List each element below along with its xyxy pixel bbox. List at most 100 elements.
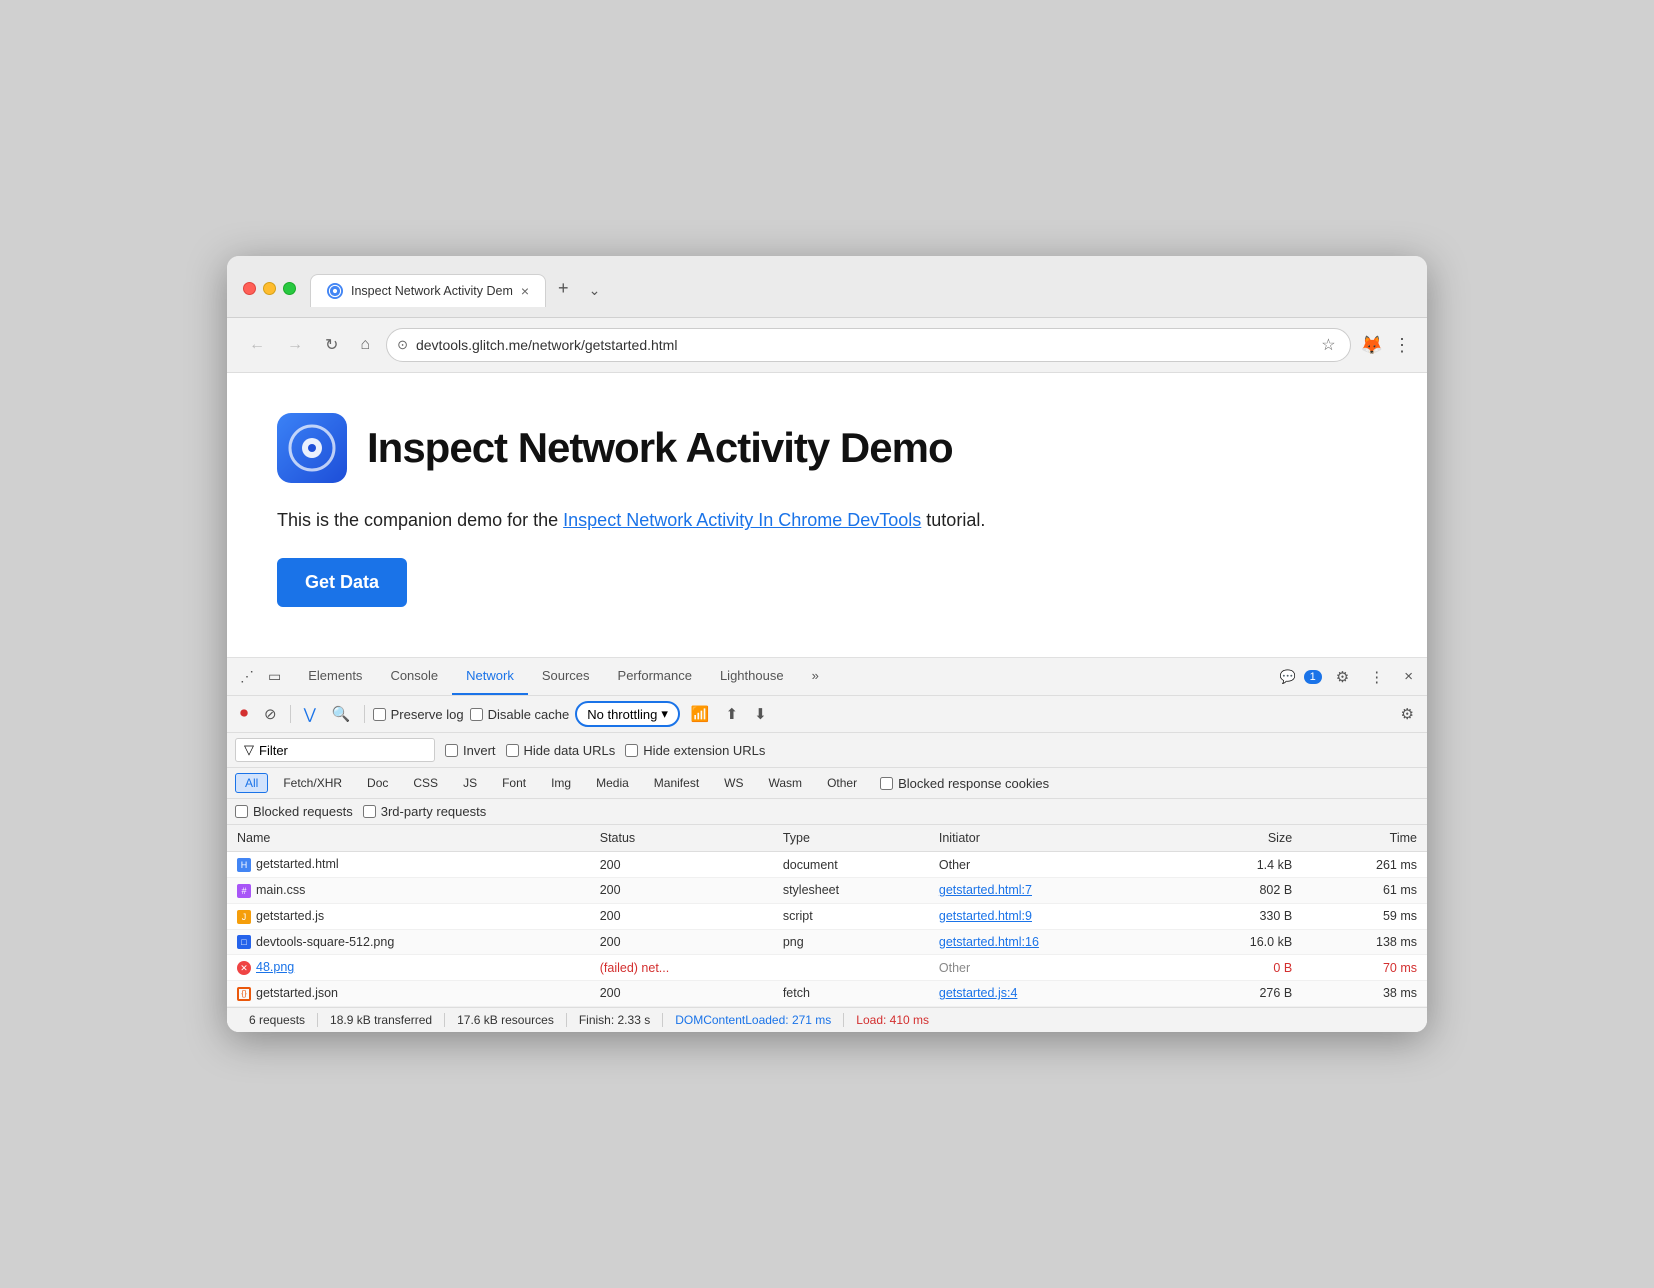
type-btn-media[interactable]: Media (586, 773, 639, 793)
cell-type (773, 955, 929, 981)
table-row[interactable]: {}getstarted.json200fetchgetstarted.js:4… (227, 980, 1427, 1006)
preserve-log-checkbox[interactable] (373, 708, 386, 721)
type-btn-fetch-xhr[interactable]: Fetch/XHR (273, 773, 352, 793)
cell-name: ✕48.png (227, 955, 590, 981)
preserve-log-label[interactable]: Preserve log (373, 707, 464, 722)
get-data-button[interactable]: Get Data (277, 558, 407, 607)
cell-initiator[interactable]: getstarted.html:7 (929, 878, 1175, 904)
table-row[interactable]: #main.css200stylesheetgetstarted.html:78… (227, 878, 1427, 904)
cell-time: 38 ms (1302, 980, 1427, 1006)
blocked-requests-checkbox[interactable] (235, 805, 248, 818)
tab-close-button[interactable]: × (521, 283, 529, 299)
devtools-tab-right: 💬 1 ⚙ ⋮ × (1279, 664, 1419, 690)
third-party-label[interactable]: 3rd-party requests (363, 804, 487, 819)
hide-data-urls-checkbox[interactable] (506, 744, 519, 757)
active-tab[interactable]: Inspect Network Activity Dem × (310, 274, 546, 307)
tab-elements[interactable]: Elements (294, 658, 376, 695)
type-btn-css[interactable]: CSS (403, 773, 448, 793)
transferred-size: 18.9 kB transferred (318, 1013, 445, 1027)
minimize-traffic-light[interactable] (263, 282, 276, 295)
disable-cache-checkbox[interactable] (470, 708, 483, 721)
hide-data-urls-label[interactable]: Hide data URLs (506, 743, 616, 758)
type-btn-js[interactable]: JS (453, 773, 487, 793)
type-btn-font[interactable]: Font (492, 773, 536, 793)
hide-ext-urls-checkbox[interactable] (625, 744, 638, 757)
page-logo (277, 413, 347, 483)
tab-network[interactable]: Network (452, 658, 528, 695)
cell-status: (failed) net... (590, 955, 773, 981)
devtools-settings-button[interactable]: ⚙ (1330, 664, 1355, 690)
type-btn-all[interactable]: All (235, 773, 268, 793)
type-filter-bar: All Fetch/XHR Doc CSS JS Font Img Media … (227, 768, 1427, 799)
cell-initiator[interactable]: getstarted.js:4 (929, 980, 1175, 1006)
forward-button[interactable]: → (281, 332, 309, 358)
traffic-lights (243, 282, 296, 295)
network-settings-button[interactable]: ⚙ (1396, 702, 1419, 726)
extension-icon[interactable]: 🦊 (1361, 335, 1383, 356)
tab-console[interactable]: Console (376, 658, 452, 695)
blocked-requests-label[interactable]: Blocked requests (235, 804, 353, 819)
home-button[interactable]: ⌂ (354, 332, 376, 358)
new-tab-button[interactable]: + (546, 270, 581, 307)
address-bar[interactable]: ⊙ devtools.glitch.me/network/getstarted.… (386, 328, 1351, 362)
type-btn-ws[interactable]: WS (714, 773, 753, 793)
table-row[interactable]: Hgetstarted.html200documentOther1.4 kB26… (227, 852, 1427, 878)
network-table-container: Name Status Type Initiator Size Time Hge… (227, 825, 1427, 1006)
load-time: Load: 410 ms (844, 1013, 941, 1027)
third-party-checkbox[interactable] (363, 805, 376, 818)
reload-button[interactable]: ↻ (319, 331, 344, 359)
tab-sources[interactable]: Sources (528, 658, 604, 695)
devtools-close-button[interactable]: × (1398, 664, 1419, 689)
clear-button[interactable]: ⊘ (259, 702, 282, 726)
devtools-device-icon[interactable]: ▭ (263, 665, 286, 688)
devtools-inspect-icon[interactable]: ⋰ (235, 665, 259, 688)
cell-initiator[interactable]: getstarted.html:9 (929, 903, 1175, 929)
search-button[interactable]: 🔍 (327, 702, 356, 726)
filter-toggle-button[interactable]: ⋁ (299, 702, 321, 726)
blocked-response-cookies-checkbox[interactable] (880, 777, 893, 790)
resources-size: 17.6 kB resources (445, 1013, 567, 1027)
invert-label[interactable]: Invert (445, 743, 496, 758)
type-btn-other[interactable]: Other (817, 773, 867, 793)
finish-time: Finish: 2.33 s (567, 1013, 663, 1027)
cell-status: 200 (590, 878, 773, 904)
maximize-traffic-light[interactable] (283, 282, 296, 295)
menu-button[interactable]: ⋮ (1393, 335, 1411, 356)
download-button[interactable]: ⬇ (749, 702, 772, 726)
tab-more[interactable]: » (798, 658, 833, 695)
table-row[interactable]: Jgetstarted.js200scriptgetstarted.html:9… (227, 903, 1427, 929)
description-link[interactable]: Inspect Network Activity In Chrome DevTo… (563, 510, 921, 530)
table-row[interactable]: □devtools-square-512.png200pnggetstarted… (227, 929, 1427, 955)
hide-ext-urls-label[interactable]: Hide extension URLs (625, 743, 765, 758)
tab-more-button[interactable]: ⌄ (581, 274, 609, 307)
description-prefix: This is the companion demo for the (277, 510, 563, 530)
toolbar-divider (290, 705, 291, 723)
invert-checkbox[interactable] (445, 744, 458, 757)
type-btn-manifest[interactable]: Manifest (644, 773, 709, 793)
col-name: Name (227, 825, 590, 852)
upload-button[interactable]: ⬆ (721, 702, 744, 726)
tab-lighthouse[interactable]: Lighthouse (706, 658, 798, 695)
type-btn-img[interactable]: Img (541, 773, 581, 793)
record-button[interactable]: ⏺ (235, 702, 253, 726)
throttle-select[interactable]: No throttling ▾ (575, 701, 680, 727)
hide-ext-urls-text: Hide extension URLs (643, 743, 765, 758)
table-row[interactable]: ✕48.png(failed) net...Other0 B70 ms (227, 955, 1427, 981)
type-btn-doc[interactable]: Doc (357, 773, 398, 793)
type-btn-wasm[interactable]: Wasm (759, 773, 813, 793)
cell-initiator[interactable]: getstarted.html:16 (929, 929, 1175, 955)
cell-type: fetch (773, 980, 929, 1006)
close-traffic-light[interactable] (243, 282, 256, 295)
preserve-log-text: Preserve log (391, 707, 464, 722)
filter-input[interactable]: ▽ Filter (235, 738, 435, 762)
disable-cache-label[interactable]: Disable cache (470, 707, 570, 722)
blocked-response-cookies-label[interactable]: Blocked response cookies (880, 776, 1049, 791)
tab-performance[interactable]: Performance (604, 658, 706, 695)
back-button[interactable]: ← (243, 332, 271, 358)
devtools-more-button[interactable]: ⋮ (1363, 664, 1390, 690)
bookmark-icon[interactable]: ☆ (1321, 335, 1335, 355)
online-button[interactable]: 📶 (686, 702, 715, 726)
nav-right-icons: 🦊 ⋮ (1361, 335, 1411, 356)
cell-type: stylesheet (773, 878, 929, 904)
url-text: devtools.glitch.me/network/getstarted.ht… (416, 337, 1313, 353)
